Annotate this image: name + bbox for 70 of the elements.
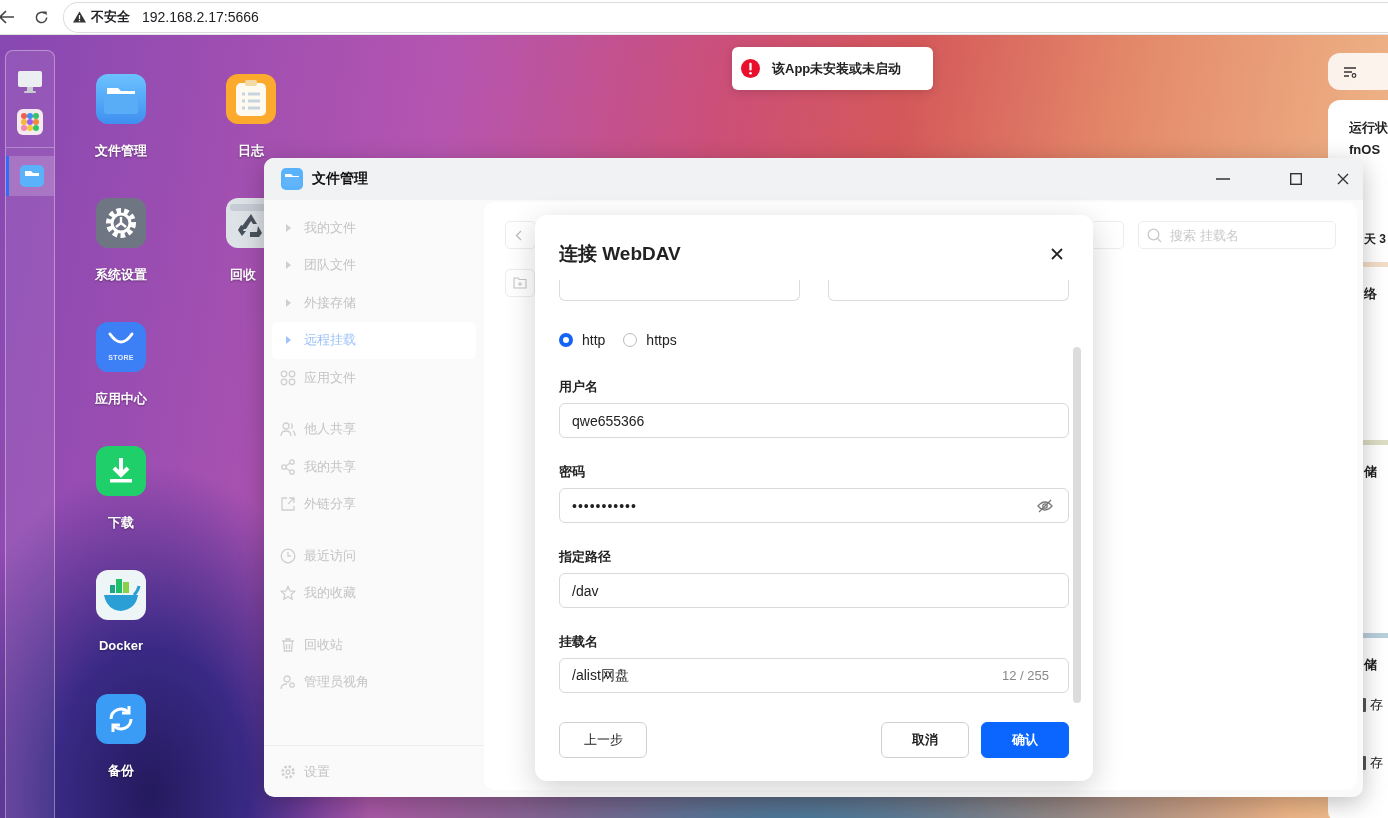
chevron-left-icon	[515, 229, 522, 241]
field-label: 指定路径	[559, 548, 612, 566]
trash-icon	[280, 636, 296, 653]
input-field[interactable]: /dav	[559, 573, 1069, 608]
warning-icon	[73, 11, 86, 23]
export-icon	[280, 496, 296, 513]
settings-icon	[280, 763, 296, 780]
storage-label: 存	[1370, 696, 1383, 714]
protocol-radio[interactable]: https	[623, 332, 677, 348]
eye-slash-icon[interactable]	[1037, 498, 1053, 513]
folder-icon	[281, 168, 303, 190]
protocol-radio[interactable]: http	[559, 332, 606, 348]
share-icon	[280, 458, 296, 475]
input-field[interactable]	[559, 280, 800, 301]
clock-icon	[280, 547, 296, 564]
maximize-icon[interactable]	[1290, 173, 1302, 185]
shopping-bag-icon	[96, 322, 146, 372]
toast-message: 该App未安装或未启动	[772, 59, 902, 78]
character-counter: 12 / 255	[1002, 668, 1049, 683]
star-icon	[280, 585, 296, 602]
close-icon[interactable]	[1337, 173, 1349, 185]
url-text: 192.168.2.17:5666	[142, 9, 259, 25]
section-title: 络	[1364, 285, 1378, 303]
clipboard-icon	[226, 74, 276, 124]
reload-icon[interactable]	[34, 9, 49, 25]
app-shortcut[interactable]: 下载	[56, 446, 186, 570]
section-title: 储	[1364, 656, 1378, 674]
folder-icon	[19, 165, 44, 187]
recycle-icon	[226, 198, 264, 248]
storage-label: 存	[1370, 754, 1383, 772]
back-icon[interactable]	[0, 10, 15, 24]
close-icon[interactable]	[1051, 248, 1063, 260]
whale-icon	[96, 570, 146, 620]
path-field[interactable]	[1094, 221, 1124, 249]
error-icon	[741, 59, 760, 78]
sync-icon	[96, 694, 146, 744]
app-shortcut[interactable]: 文件管理	[56, 74, 186, 198]
cancel-button[interactable]: 取消	[881, 722, 969, 758]
folder-plus-icon	[513, 277, 527, 289]
dialog-title: 连接 WebDAV	[559, 242, 682, 266]
scrollbar[interactable]	[1073, 347, 1081, 703]
user-gear-icon	[280, 674, 296, 691]
system-name: fnOS	[1348, 141, 1382, 159]
download-icon	[96, 446, 146, 496]
search-icon	[1147, 228, 1162, 243]
users-icon	[280, 421, 296, 438]
widget-title: 运行状	[1348, 119, 1388, 137]
input-field[interactable]: •••••••••••	[559, 488, 1069, 523]
filter-icon[interactable]	[1343, 65, 1357, 78]
dock-app[interactable]	[6, 156, 54, 196]
input-field[interactable]: qwe655366	[559, 403, 1069, 438]
app-shortcut[interactable]: Docker	[56, 570, 186, 694]
section-title: 储	[1364, 463, 1378, 481]
previous-step-button[interactable]: 上一步	[559, 722, 647, 758]
window-title: 文件管理	[312, 170, 369, 188]
gear-icon	[96, 198, 146, 248]
input-field[interactable]	[828, 280, 1069, 301]
confirm-button[interactable]: 确认	[981, 722, 1069, 758]
app-grid-icon[interactable]	[17, 109, 43, 135]
address-bar[interactable]: 不安全 192.168.2.17:5666	[63, 1, 1388, 33]
uptime-text: 天 3	[1364, 231, 1387, 248]
folder-icon	[96, 74, 146, 124]
app-shortcut[interactable]: 系统设置	[56, 198, 186, 322]
monitor-icon[interactable]	[17, 70, 43, 94]
apps-icon	[280, 369, 296, 386]
security-label: 不安全	[91, 8, 130, 26]
app-shortcut[interactable]: 备份	[56, 694, 186, 818]
field-label: 挂载名	[559, 633, 599, 651]
field-label: 用户名	[559, 378, 599, 396]
field-label: 密码	[559, 463, 586, 481]
